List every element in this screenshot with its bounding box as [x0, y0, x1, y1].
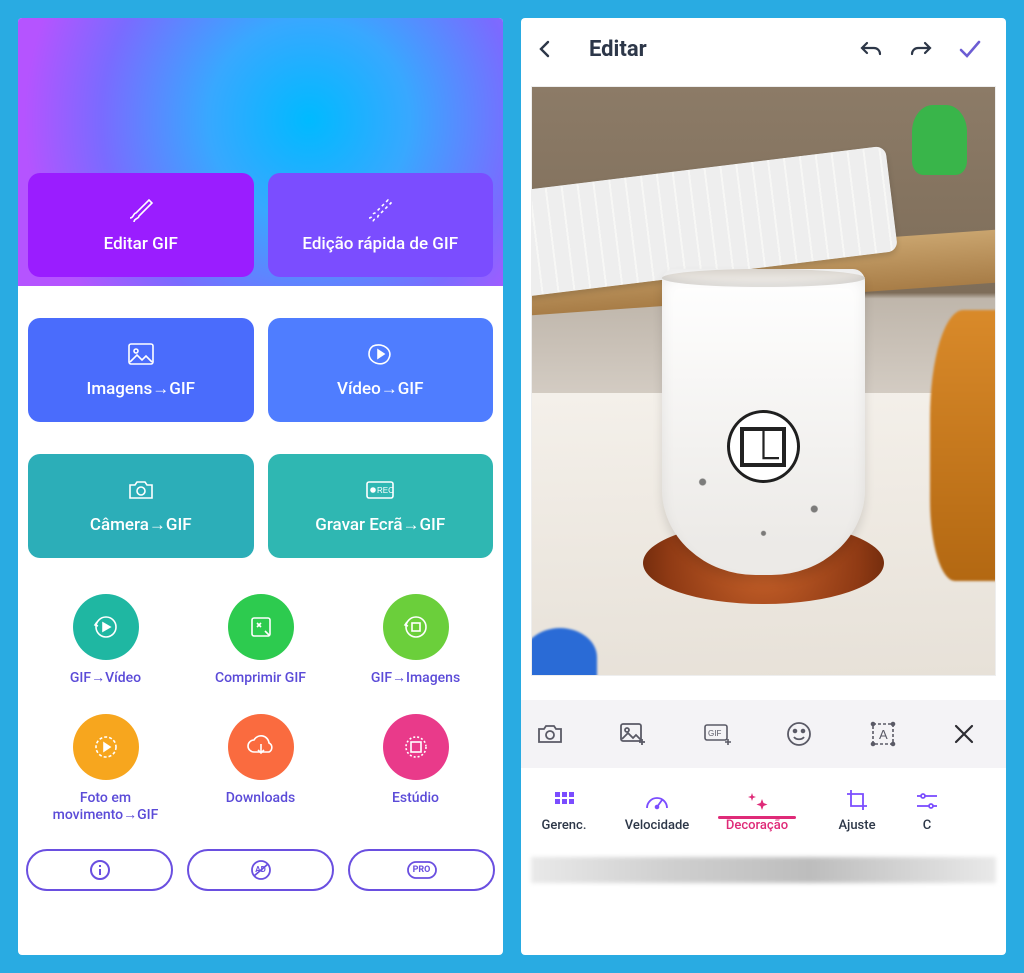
editor-titlebar: Editar	[521, 18, 1006, 80]
downloads-button[interactable]: Downloads	[183, 714, 338, 825]
camera-to-gif-card[interactable]: Câmera→GIF	[28, 454, 254, 558]
tab-adjust[interactable]: Ajuste	[807, 788, 907, 833]
editor-title: Editar	[585, 37, 842, 62]
bottom-blur-bar	[531, 857, 996, 883]
no-ads-icon: AD	[248, 859, 274, 881]
confirm-button[interactable]	[958, 39, 992, 59]
play-icon	[365, 341, 395, 367]
tab-more[interactable]: C	[907, 790, 947, 833]
compress-gif-label: Comprimir GIF	[215, 670, 306, 688]
gif-to-video-label: GIF→Vídeo	[70, 670, 141, 688]
tab-speed-label: Velocidade	[625, 818, 690, 833]
downloads-label: Downloads	[226, 790, 295, 808]
brush-dashed-icon	[365, 196, 395, 222]
images-to-gif-card[interactable]: Imagens→GIF	[28, 318, 254, 422]
extract-images-icon	[401, 612, 431, 642]
home-screen: Editar GIF Edição rápida de GIF	[18, 18, 503, 955]
add-from-camera-button[interactable]	[535, 721, 575, 747]
cup-logo-text: ⎿	[740, 427, 786, 467]
gif-to-video-button[interactable]: GIF→Vídeo	[28, 594, 183, 688]
record-screen-label: Gravar Ecrã→GIF	[315, 515, 445, 535]
video-to-gif-card[interactable]: Vídeo→GIF	[268, 318, 494, 422]
sparkle-icon	[745, 790, 769, 812]
back-button[interactable]	[535, 39, 569, 59]
sliders-icon	[917, 790, 937, 812]
reverse-play-icon	[91, 612, 121, 642]
record-screen-to-gif-card[interactable]: REC Gravar Ecrã→GIF	[268, 454, 494, 558]
images-to-gif-label: Imagens→GIF	[87, 379, 196, 399]
svg-text:GIF: GIF	[708, 729, 721, 738]
tab-manage[interactable]: Gerenc.	[521, 790, 607, 833]
undo-button[interactable]	[858, 39, 892, 59]
video-to-gif-label: Vídeo→GIF	[337, 379, 424, 399]
edit-gif-label: Editar GIF	[104, 234, 178, 254]
redo-button[interactable]	[908, 39, 942, 59]
tab-decoration-label: Decoração	[726, 818, 788, 833]
motion-photo-label: Foto em movimento→GIF	[28, 790, 183, 825]
compress-gif-button[interactable]: Comprimir GIF	[183, 594, 338, 688]
tab-manage-label: Gerenc.	[542, 818, 587, 833]
add-image-button[interactable]	[618, 721, 658, 747]
gif-to-images-label: GIF→Imagens	[371, 670, 460, 688]
studio-icon	[401, 732, 431, 762]
image-icon	[126, 341, 156, 367]
grid-icon	[553, 790, 575, 812]
add-emoji-button[interactable]	[785, 720, 825, 748]
crop-icon	[845, 788, 869, 812]
motion-photo-icon	[91, 732, 121, 762]
quick-edit-gif-label: Edição rápida de GIF	[302, 234, 458, 254]
info-icon	[89, 859, 111, 881]
editor-screen: Editar ⎿	[521, 18, 1006, 955]
hero-banner: Editar GIF Edição rápida de GIF	[18, 18, 503, 286]
svg-text:REC: REC	[377, 486, 394, 495]
editor-tabbar: Gerenc. Velocidade Decoração Ajuste	[521, 768, 1006, 857]
camera-to-gif-label: Câmera→GIF	[90, 515, 192, 535]
studio-label: Estúdio	[392, 790, 439, 808]
remove-ads-pill-button[interactable]: AD	[187, 849, 334, 891]
add-gif-button[interactable]: GIF	[702, 721, 742, 747]
brush-icon	[126, 196, 156, 222]
studio-button[interactable]: Estúdio	[338, 714, 493, 825]
tab-adjust-label: Ajuste	[838, 818, 875, 833]
rec-icon: REC	[362, 477, 398, 503]
decoration-toolbar: GIF A	[521, 700, 1006, 768]
gif-to-images-button[interactable]: GIF→Imagens	[338, 594, 493, 688]
edit-gif-card[interactable]: Editar GIF	[28, 173, 254, 277]
close-toolbar-button[interactable]	[952, 722, 992, 746]
info-pill-button[interactable]	[26, 849, 173, 891]
cloud-download-icon	[245, 732, 277, 762]
tab-decoration[interactable]: Decoração	[707, 790, 807, 833]
motion-photo-to-gif-button[interactable]: Foto em movimento→GIF	[28, 714, 183, 825]
editor-canvas[interactable]: ⎿	[531, 86, 996, 676]
camera-icon	[126, 477, 156, 503]
tab-speed[interactable]: Velocidade	[607, 790, 707, 833]
speedometer-icon	[644, 790, 670, 812]
tab-more-label: C	[923, 818, 932, 833]
quick-edit-gif-card[interactable]: Edição rápida de GIF	[268, 173, 494, 277]
compress-icon	[246, 612, 276, 642]
svg-text:A: A	[879, 727, 888, 742]
add-text-button[interactable]: A	[869, 720, 909, 748]
pro-pill-button[interactable]: PRO	[348, 849, 495, 891]
